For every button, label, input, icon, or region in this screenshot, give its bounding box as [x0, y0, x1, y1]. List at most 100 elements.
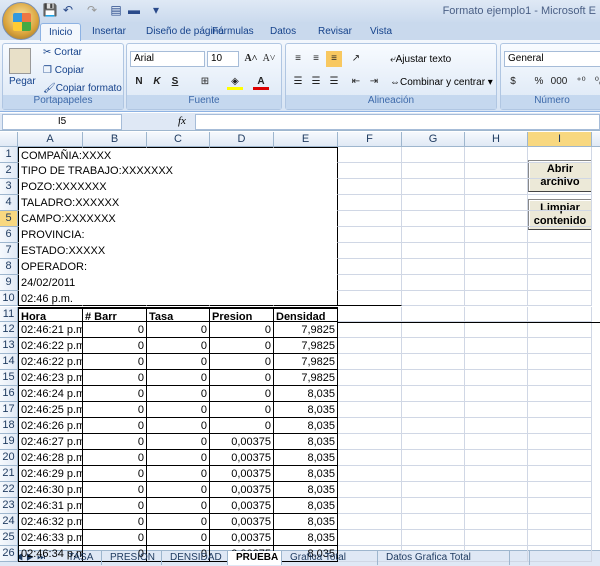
- column-header-A[interactable]: A: [18, 132, 83, 147]
- cell[interactable]: [338, 147, 402, 163]
- table-cell[interactable]: 0: [147, 529, 210, 546]
- decrease-indent-icon[interactable]: ⇤: [348, 74, 364, 90]
- cell[interactable]: [402, 466, 465, 482]
- cell[interactable]: [147, 243, 210, 259]
- cell[interactable]: [83, 243, 147, 259]
- tab-vista[interactable]: Vista: [362, 23, 400, 41]
- table-cell[interactable]: 0,00375: [210, 529, 274, 546]
- currency-icon[interactable]: $: [505, 74, 521, 90]
- row-header-1[interactable]: 1: [0, 147, 18, 163]
- cell[interactable]: [210, 179, 274, 195]
- cell[interactable]: [274, 178, 338, 195]
- cell[interactable]: [147, 227, 210, 243]
- cut-button[interactable]: ✂ Cortar: [43, 47, 82, 58]
- percent-button[interactable]: %: [531, 74, 547, 90]
- table-cell[interactable]: 7,9825: [274, 354, 338, 371]
- cell[interactable]: [210, 163, 274, 179]
- cell[interactable]: [402, 338, 465, 355]
- cell[interactable]: [274, 194, 338, 211]
- cell[interactable]: [83, 291, 147, 307]
- table-cell[interactable]: 0: [147, 466, 210, 482]
- cell[interactable]: [465, 306, 528, 323]
- cell[interactable]: [528, 497, 592, 514]
- row-header-23[interactable]: 23: [0, 497, 18, 514]
- table-cell[interactable]: 02:46:26 p.m: [18, 418, 83, 435]
- format-painter-button[interactable]: 🖌Copiar formato: [43, 83, 122, 94]
- cell[interactable]: [402, 386, 465, 403]
- cell[interactable]: [402, 434, 465, 451]
- cell[interactable]: [465, 210, 528, 227]
- cell[interactable]: [83, 227, 147, 243]
- cell[interactable]: [210, 211, 274, 227]
- table-cell[interactable]: 0,00375: [210, 466, 274, 482]
- quick-print-icon[interactable]: ▬: [126, 3, 142, 19]
- increase-indent-icon[interactable]: ⇥: [366, 74, 382, 90]
- print-preview-icon[interactable]: ▤: [108, 3, 124, 19]
- table-cell[interactable]: 0: [83, 481, 147, 498]
- cell[interactable]: [528, 258, 592, 275]
- align-left-icon[interactable]: ☰: [290, 74, 306, 90]
- font-color-icon[interactable]: A: [253, 74, 269, 90]
- row-header-2[interactable]: 2: [0, 162, 18, 179]
- cell[interactable]: [465, 290, 528, 307]
- cell[interactable]: [528, 481, 592, 498]
- sheet-tab-datos-grafica-total[interactable]: Datos Grafica Total: [378, 551, 510, 565]
- cell[interactable]: [402, 370, 465, 387]
- cell[interactable]: [338, 529, 402, 546]
- cell[interactable]: [147, 195, 210, 211]
- row-header-26[interactable]: 26: [0, 545, 18, 562]
- table-cell[interactable]: 8,035: [274, 513, 338, 530]
- copy-button[interactable]: ❐ Copiar: [43, 65, 84, 76]
- cell[interactable]: [465, 162, 528, 179]
- cell[interactable]: [338, 226, 402, 243]
- customize-toolbar-icon[interactable]: ▾: [148, 3, 164, 19]
- cell[interactable]: [465, 529, 528, 546]
- cell[interactable]: [528, 242, 592, 259]
- cell[interactable]: [338, 258, 402, 275]
- cell[interactable]: [465, 147, 528, 163]
- cell[interactable]: [465, 466, 528, 482]
- cell[interactable]: ESTADO:XXXXX: [18, 242, 105, 259]
- cell[interactable]: [528, 466, 592, 482]
- table-cell[interactable]: 8,035: [274, 450, 338, 466]
- table-cell[interactable]: 0: [147, 338, 210, 355]
- cell[interactable]: [338, 354, 402, 371]
- table-cell[interactable]: 0: [147, 481, 210, 498]
- cell[interactable]: [338, 481, 402, 498]
- underline-button[interactable]: S: [167, 74, 183, 90]
- row-header-3[interactable]: 3: [0, 178, 18, 195]
- sheet-tab-presion[interactable]: PRESION: [102, 551, 162, 565]
- number-format-select[interactable]: General: [504, 51, 600, 67]
- table-header-cell[interactable]: # Barr: [83, 306, 147, 323]
- column-header-B[interactable]: B: [83, 132, 147, 147]
- table-cell[interactable]: 02:46:33 p.m: [18, 529, 83, 546]
- column-header-F[interactable]: F: [338, 132, 402, 147]
- align-top-icon[interactable]: ≡: [290, 51, 306, 67]
- cell[interactable]: [338, 210, 402, 227]
- cell[interactable]: [338, 162, 402, 179]
- cell[interactable]: [274, 147, 338, 163]
- cell[interactable]: [465, 481, 528, 498]
- table-cell[interactable]: 0: [147, 402, 210, 419]
- cell[interactable]: [465, 497, 528, 514]
- table-cell[interactable]: 0: [147, 513, 210, 530]
- table-cell[interactable]: 0: [210, 402, 274, 419]
- cell[interactable]: TALADRO:XXXXXX: [18, 194, 119, 211]
- increase-decimal-icon[interactable]: ⁺⁰: [573, 74, 589, 90]
- formula-input[interactable]: [195, 114, 600, 130]
- cell[interactable]: [465, 370, 528, 387]
- table-cell[interactable]: 0: [83, 497, 147, 514]
- cell[interactable]: [402, 418, 465, 435]
- cell[interactable]: [402, 513, 465, 530]
- table-cell[interactable]: 02:46:29 p.m: [18, 466, 83, 482]
- column-header-extra[interactable]: [592, 132, 600, 147]
- cell[interactable]: [147, 291, 210, 307]
- tab-inicio[interactable]: Inicio: [40, 23, 82, 41]
- tab-frmulas[interactable]: Fórmulas: [204, 23, 262, 41]
- table-cell[interactable]: 0: [83, 322, 147, 339]
- row-header-25[interactable]: 25: [0, 529, 18, 546]
- cell[interactable]: [83, 195, 147, 211]
- column-header-H[interactable]: H: [465, 132, 528, 147]
- row-header-9[interactable]: 9: [0, 274, 18, 291]
- column-header-I[interactable]: I: [528, 132, 592, 147]
